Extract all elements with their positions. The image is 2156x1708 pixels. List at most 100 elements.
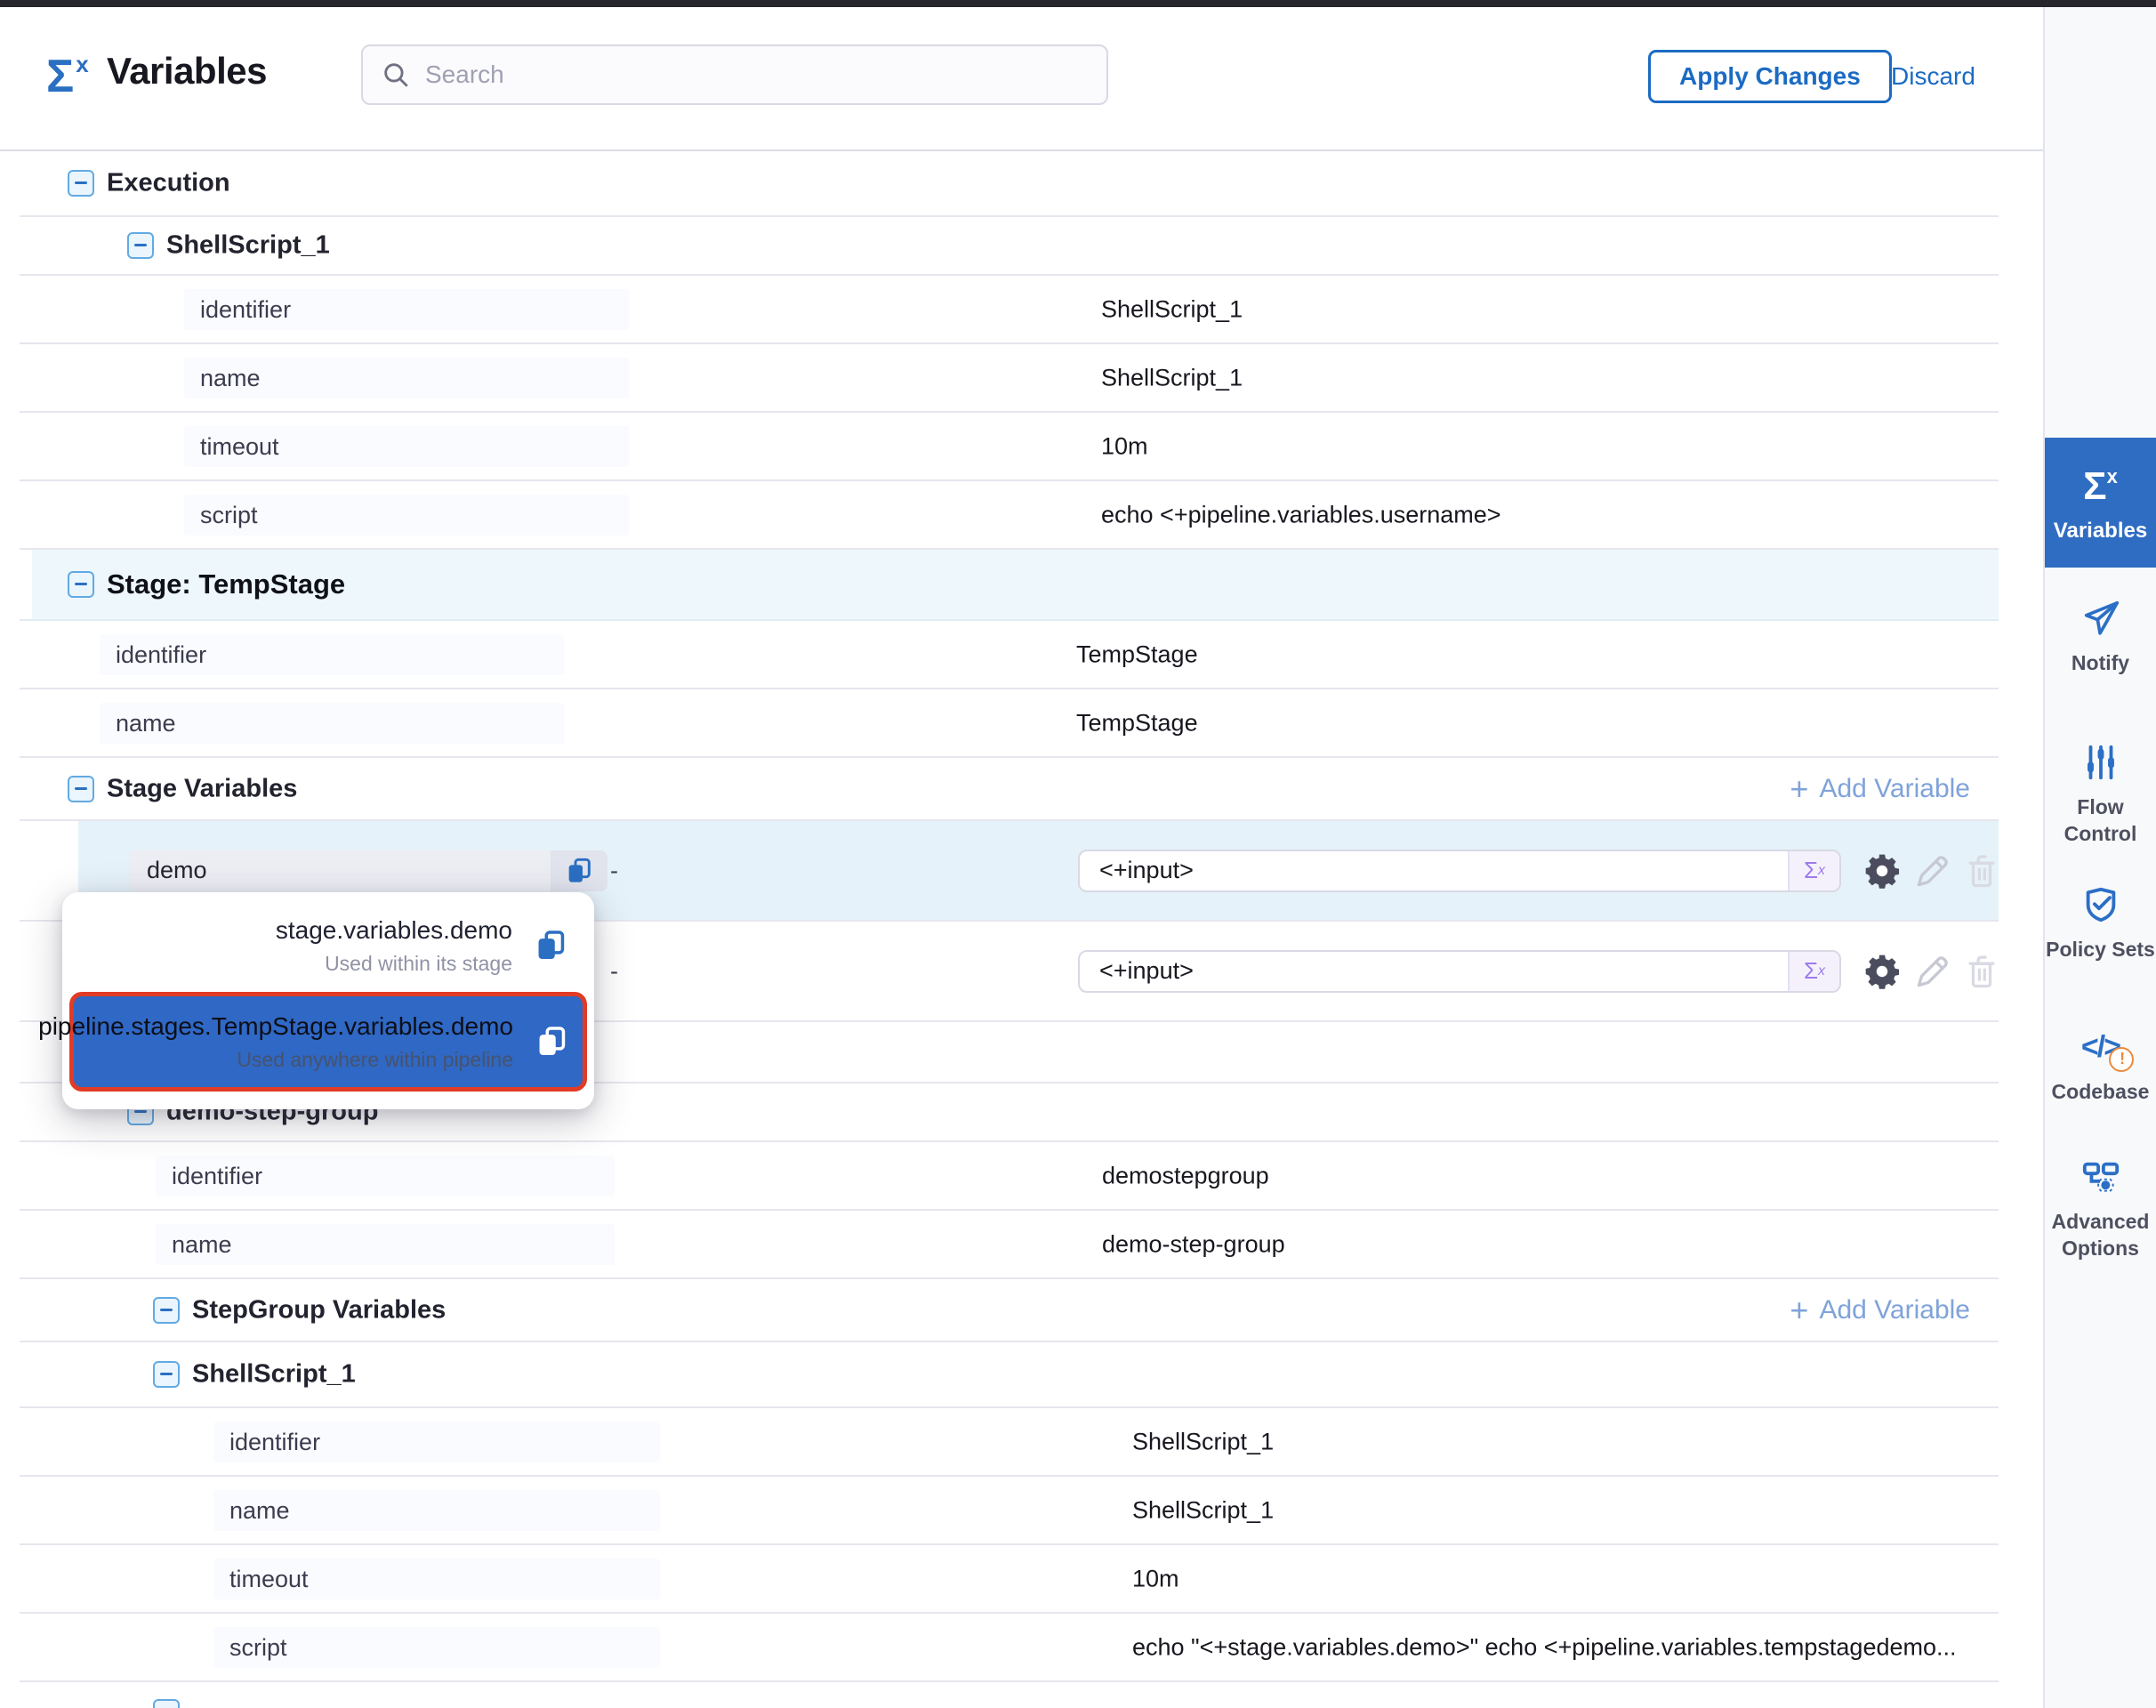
- field-row-script: scriptecho <+pipeline.variables.username…: [20, 481, 1999, 550]
- paper-plane-icon: [2080, 596, 2121, 640]
- field-label-identifier: identifier: [156, 1156, 615, 1196]
- sidebar-label-policy-sets: Policy Sets: [2046, 936, 2155, 963]
- copy-icon[interactable]: [535, 1025, 568, 1059]
- field-row-timeout: timeout10m: [20, 1545, 1999, 1614]
- stage-row-stage-tempstage: Stage: TempStage: [20, 550, 1999, 621]
- field-label-script: script: [213, 1627, 660, 1668]
- settings-gear-icon[interactable]: [1862, 851, 1902, 890]
- field-value-identifier: demostepgroup: [1102, 1162, 1269, 1189]
- expression-option-stage-scope[interactable]: stage.variables.demo Used within its sta…: [69, 903, 587, 988]
- collapse-icon[interactable]: [153, 1297, 180, 1324]
- collapse-icon[interactable]: [153, 1361, 180, 1388]
- sidebar-item-policy-sets[interactable]: Policy Sets: [2045, 882, 2156, 963]
- code-warning-icon: </>!: [2081, 1025, 2120, 1069]
- field-label-identifier: identifier: [100, 634, 564, 675]
- sidebar-label-flow-control: Flow Control: [2045, 794, 2156, 847]
- field-row-identifier: identifier demostepgroup: [20, 1142, 1999, 1211]
- window-top-strip: [0, 0, 2156, 7]
- sidebar-label-notify: Notify: [2072, 649, 2129, 676]
- expression-toggle-button[interactable]: Σx: [1788, 851, 1839, 890]
- plus-icon: +: [1790, 1297, 1808, 1324]
- settings-gear-icon[interactable]: [1862, 952, 1902, 991]
- delete-trash-icon[interactable]: [1962, 952, 1999, 991]
- copy-icon[interactable]: [551, 850, 607, 891]
- variable-description-dash: -: [610, 957, 618, 985]
- collapse-icon[interactable]: [127, 232, 154, 259]
- expression-paths-popup: stage.variables.demo Used within its sta…: [62, 892, 594, 1109]
- field-row-script: script echo "<+stage.variables.demo>" ech…: [20, 1614, 1999, 1682]
- variable-value-text: <+input>: [1080, 957, 1788, 985]
- copy-icon[interactable]: [534, 929, 567, 963]
- sidebar-label-variables: Variables: [2054, 518, 2147, 544]
- tree-row-stepgroup-variables: StepGroup Variables+Add Variable: [20, 1279, 1999, 1342]
- variable-value-input[interactable]: <+input>Σx: [1078, 950, 1841, 993]
- field-row-identifier: identifier TempStage: [20, 621, 1999, 689]
- field-value-identifier: ShellScript_1: [1101, 295, 1243, 323]
- sidebar-item-advanced-options[interactable]: Advanced Options: [2045, 1155, 2156, 1261]
- warning-badge: !: [2109, 1047, 2134, 1072]
- field-value-name: demo-step-group: [1102, 1230, 1285, 1258]
- field-value-timeout: 10m: [1101, 432, 1148, 460]
- right-rail: ΣxVariables Notify Flow Control Policy Sets…: [2043, 7, 2156, 1708]
- tree-row-shellscript-1: ShellScript_1: [20, 217, 1999, 276]
- edit-pencil-icon[interactable]: [1912, 952, 1951, 991]
- field-row-name: name TempStage: [20, 689, 1999, 758]
- sidebar-item-variables[interactable]: ΣxVariables: [2045, 438, 2156, 568]
- field-row-timeout: timeout 10m: [20, 413, 1999, 481]
- add-variable-button[interactable]: + Add Variable: [1790, 1295, 1970, 1325]
- collapse-icon[interactable]: [68, 571, 94, 598]
- variable-value-input[interactable]: <+input>Σx: [1078, 850, 1841, 892]
- plus-icon: +: [1790, 776, 1808, 802]
- expression-path: stage.variables.demo: [276, 916, 512, 945]
- tree-row-stage-variables: Stage Variables + Add Variable: [20, 758, 1999, 821]
- tree-label-stage-variables: Stage Variables: [107, 774, 297, 803]
- edit-pencil-icon[interactable]: [1912, 851, 1951, 890]
- variables-panel-header: Σx Variables Search Apply Changes Discar…: [0, 7, 2043, 151]
- field-label-name: name: [156, 1224, 615, 1265]
- discard-button[interactable]: Discard: [1891, 50, 1975, 103]
- field-label-name: name: [184, 358, 629, 399]
- field-label-name: name: [100, 703, 564, 744]
- variable-name-input[interactable]: demo: [129, 850, 607, 891]
- collapse-icon[interactable]: [68, 170, 94, 197]
- sidebar-item-codebase[interactable]: </>! Codebase: [2045, 1025, 2156, 1105]
- page-title: Variables: [107, 50, 267, 93]
- shield-check-icon: [2080, 882, 2121, 927]
- add-variable-label: Add Variable: [1819, 1295, 1970, 1325]
- tree-label-execution: Execution: [107, 169, 230, 198]
- sidebar-label-advanced-options: Advanced Options: [2045, 1208, 2156, 1261]
- expression-scope-note: Used anywhere within pipeline: [237, 1048, 513, 1072]
- field-row-identifier: identifierShellScript_1: [20, 1408, 1999, 1477]
- tree-row-execution: Execution: [20, 151, 1999, 217]
- sidebar-label-codebase: Codebase: [2052, 1078, 2150, 1105]
- add-variable-label: Add Variable: [1819, 774, 1970, 804]
- add-variable-button[interactable]: + Add Variable: [1790, 774, 1970, 804]
- sigma-sup-glyph: x: [1818, 963, 1825, 979]
- field-label-identifier: identifier: [184, 289, 629, 330]
- field-label-script: script: [184, 495, 629, 536]
- variable-description-dash: -: [610, 857, 618, 884]
- field-label-timeout: timeout: [184, 426, 629, 467]
- expression-toggle-button[interactable]: Σx: [1788, 952, 1839, 991]
- sidebar-item-flow-control[interactable]: Flow Control: [2045, 740, 2156, 847]
- sigma-sup-glyph: x: [1818, 863, 1825, 879]
- partially-visible-row: [20, 1682, 1999, 1708]
- delete-trash-icon[interactable]: [1962, 851, 1999, 890]
- variable-name-value: demo: [129, 857, 551, 884]
- sigma-x-icon: Σx: [46, 48, 89, 105]
- search-input[interactable]: Search: [361, 44, 1108, 105]
- tree-row-shellscript-1: ShellScript_1: [20, 1342, 1999, 1408]
- sidebar-item-notify[interactable]: Notify: [2045, 596, 2156, 676]
- collapse-icon[interactable]: [153, 1699, 180, 1708]
- field-value-name: ShellScript_1: [1101, 364, 1243, 391]
- tree-label-shellscript-1: ShellScript_1: [166, 231, 330, 261]
- sliders-icon: [2080, 740, 2121, 785]
- expression-option-pipeline-scope[interactable]: pipeline.stages.TempStage.variables.demo…: [69, 992, 587, 1092]
- field-value-script: echo "<+stage.variables.demo>" echo <+pi…: [1132, 1633, 1957, 1661]
- field-value-identifier: TempStage: [1076, 640, 1198, 668]
- variable-value-text: <+input>: [1080, 857, 1788, 884]
- search-icon: [381, 60, 411, 90]
- apply-changes-button[interactable]: Apply Changes: [1648, 50, 1892, 103]
- field-value-name: TempStage: [1076, 709, 1198, 737]
- collapse-icon[interactable]: [68, 776, 94, 802]
